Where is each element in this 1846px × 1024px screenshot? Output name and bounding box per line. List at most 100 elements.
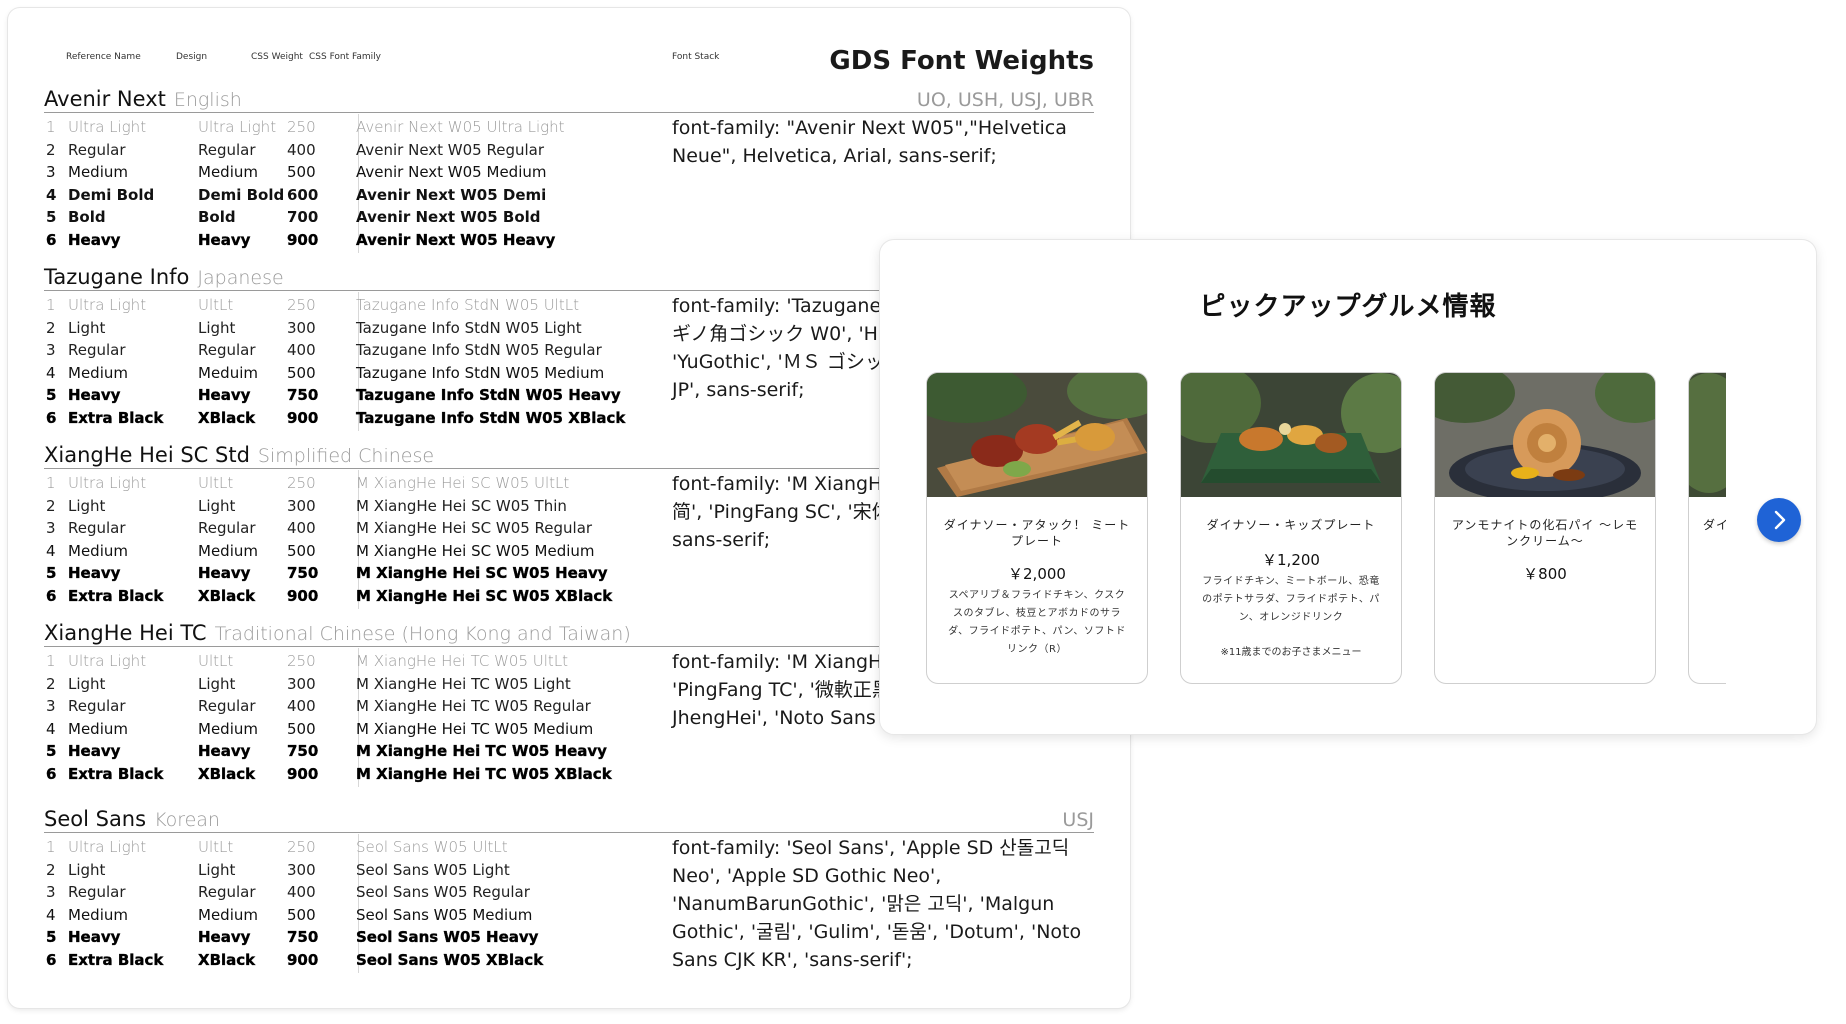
row-number: 2 [46,674,56,693]
menu-card[interactable]: ダイ ン： [1688,372,1726,684]
header-design: Design [176,52,208,62]
weight-row: 5 Heavy Heavy 750 M XiangHe Hei TC W05 Heavy [8,740,668,762]
design-name: UltLt [198,296,234,314]
reference-name: Regular [68,519,126,537]
family-name: XiangHe Hei SC Std Simplified Chinese [44,443,434,467]
css-weight: 500 [287,719,316,738]
row-number: 4 [46,905,56,924]
design-name: Regular [198,519,256,537]
family-name-text: XiangHe Hei SC Std [44,443,250,467]
menu-note: ※11歳までのお子さまメニュー [1220,647,1362,658]
font-stack: font-family: "Avenir Next W05","Helvetic… [672,117,1067,167]
weight-row: 3 Regular Regular 400 M XiangHe Hei TC W05 R… [8,695,668,717]
css-font-family: Seol Sans W05 Heavy [356,928,539,946]
css-font-family: Seol Sans W05 Regular [356,883,530,901]
carousel-next-button[interactable] [1757,498,1801,542]
css-weight: 250 [287,838,316,856]
css-font-family: M XiangHe Hei SC W05 Heavy [356,564,608,582]
menu-photo [1435,373,1655,497]
row-number: 5 [46,208,57,226]
chevron-right-icon [1774,510,1786,530]
css-font-family: Avenir Next W05 Bold [356,208,541,226]
family-region: USJ [1062,809,1094,831]
weight-row: 4 Medium Medium 500 M XiangHe Hei TC W05 Med… [8,718,668,740]
row-number: 1 [46,474,56,492]
css-font-family: M XiangHe Hei TC W05 Light [356,674,571,693]
family-name-text: Tazugane Info [44,265,190,289]
weight-row: 2 Light Light 300 Seol Sans W05 Light [8,859,668,881]
reference-name: Heavy [68,928,121,946]
css-font-family: M XiangHe Hei SC W05 Regular [356,519,593,537]
reference-name: Demi Bold [68,185,155,204]
design-name: Heavy [198,386,251,404]
css-font-family: Seol Sans W05 Light [356,860,510,879]
design-name: Regular [198,883,256,901]
weight-row: 5 Heavy Heavy 750 Seol Sans W05 Heavy [8,926,668,948]
row-number: 2 [46,860,56,879]
menu-photo [927,373,1147,497]
weight-row: 2 Light Light 300 M XiangHe Hei TC W05 Light [8,673,668,695]
css-weight: 750 [287,386,319,404]
design-name: Regular [198,140,256,159]
css-font-family: Avenir Next W05 Regular [356,140,545,159]
menu-price: ￥2,000 [1008,565,1066,583]
css-weight: 300 [287,860,316,879]
sheet-title: GDS Font Weights [829,46,1094,76]
css-weight: 900 [287,408,319,427]
reference-name: Ultra Light [68,652,147,670]
design-name: Light [198,674,236,693]
css-font-family: M XiangHe Hei SC W05 XBlack [356,586,613,605]
css-weight: 900 [287,950,319,969]
weight-row: 1 Ultra Light UltLt 250 Tazugane Info StdN W… [8,294,668,316]
family-language: Simplified Chinese [257,445,435,467]
design-name: Regular [198,697,256,715]
css-font-family: Tazugane Info StdN W05 Heavy [356,386,621,404]
row-number: 3 [46,341,56,359]
reference-name: Regular [68,883,126,901]
reference-name: Light [68,318,106,337]
weight-row: 6 Heavy Heavy 900 Avenir Next W05 Heavy [8,229,668,251]
css-weight: 500 [287,363,316,382]
menu-card[interactable]: ダイナソー・アタック！ ミートプレート ￥2,000 スペアリブ＆フライドチキン… [926,372,1148,684]
reference-name: Medium [68,905,128,924]
css-font-family: Tazugane Info StdN W05 UltLt [356,296,579,314]
weight-row: 1 Ultra Light UltLt 250 M XiangHe Hei TC W05… [8,650,668,672]
design-name: Demi Bold [198,185,285,204]
family-name-text: Avenir Next [44,87,166,111]
row-number: 1 [46,296,56,314]
weight-row: 4 Medium Medium 500 Seol Sans W05 Medium [8,904,668,926]
weight-row: 5 Bold Bold 700 Avenir Next W05 Bold [8,206,668,228]
family-name: Seol Sans Korean [44,807,220,831]
row-number: 6 [46,764,57,783]
css-weight: 300 [287,496,316,515]
row-number: 4 [46,719,56,738]
css-font-family: Avenir Next W05 Medium [356,163,547,181]
reference-name: Heavy [68,230,121,249]
css-font-family: Seol Sans W05 Medium [356,905,533,924]
font-stack: font-family: 'Seol Sans', 'Apple SD 산돌고딕… [672,837,1082,971]
css-weight: 900 [287,764,319,783]
reference-name: Medium [68,719,128,738]
design-name: XBlack [198,950,256,969]
css-font-family: M XiangHe Hei SC W05 Thin [356,496,567,515]
css-font-family: Tazugane Info StdN W05 XBlack [356,408,626,427]
css-weight: 500 [287,905,316,924]
menu-card[interactable]: アンモナイトの化石パイ ～レモンクリーム～ ￥800 [1434,372,1656,684]
weight-row: 6 Extra Black XBlack 900 M XiangHe Hei SC W0… [8,585,668,607]
row-number: 2 [46,140,56,159]
css-font-family: Tazugane Info StdN W05 Medium [356,363,605,382]
family-name-text: XiangHe Hei TC [44,621,207,645]
css-weight: 400 [287,140,316,159]
family-language: Traditional Chinese (Hong Kong and Taiwa… [214,623,631,645]
row-number: 3 [46,519,56,537]
css-font-family: M XiangHe Hei SC W05 UltLt [356,474,570,492]
gourmet-carousel: ダイナソー・アタック！ ミートプレート ￥2,000 スペアリブ＆フライドチキン… [926,372,1726,684]
family-language: Japanese [197,267,284,289]
menu-card[interactable]: ダイナソー・キッズプレート ￥1,200 フライドチキン、ミートボール、恐竜のポ… [1180,372,1402,684]
row-number: 6 [46,230,57,249]
design-name: Regular [198,341,256,359]
weight-row: 6 Extra Black XBlack 900 Tazugane Info StdN … [8,407,668,429]
header-css-font-family: CSS Font Family [309,52,381,62]
menu-price: ￥1,200 [1262,551,1320,569]
reference-name: Ultra Light [68,296,147,314]
